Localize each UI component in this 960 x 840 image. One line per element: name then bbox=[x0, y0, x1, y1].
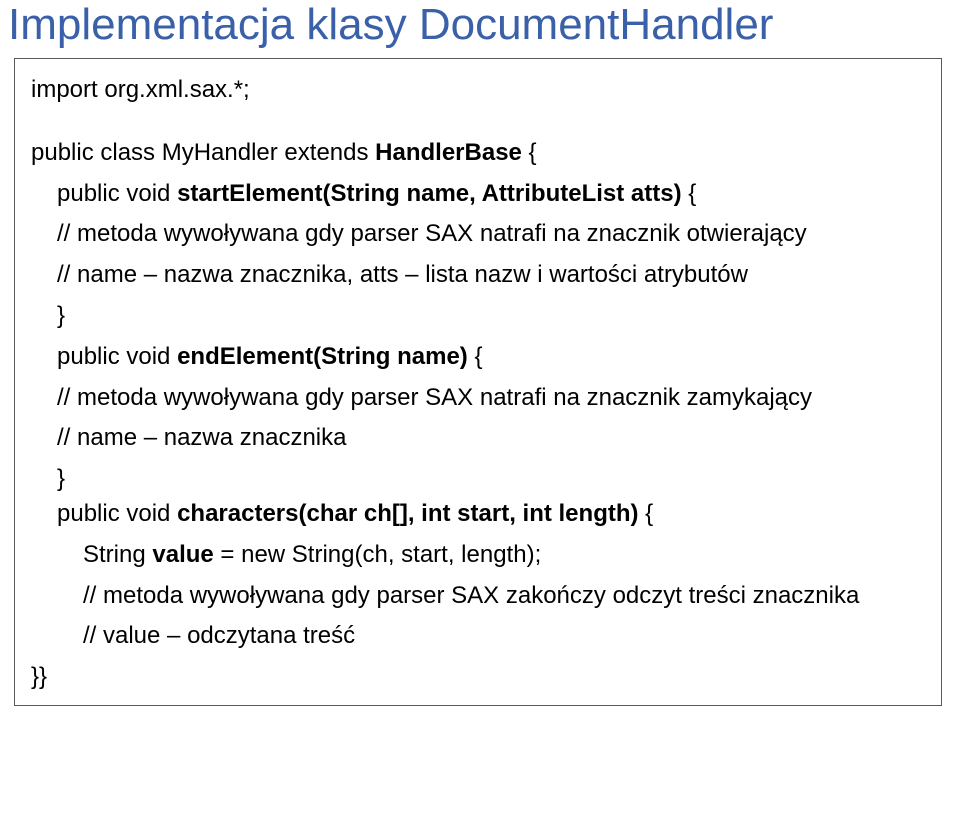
code-keyword: startElement(String name, AttributeList … bbox=[177, 180, 682, 207]
code-text: = new String(ch, start, length); bbox=[214, 541, 541, 568]
code-comment: // metoda wywoływana gdy parser SAX natr… bbox=[31, 217, 925, 252]
code-text: public class MyHandler extends bbox=[31, 139, 375, 166]
code-keyword: value bbox=[152, 541, 213, 568]
code-text: public void bbox=[57, 500, 177, 527]
code-keyword: endElement(String name) bbox=[177, 343, 468, 370]
code-text: public void bbox=[57, 180, 177, 207]
code-comment: // metoda wywoływana gdy parser SAX natr… bbox=[31, 381, 925, 416]
code-text: String bbox=[83, 541, 152, 568]
code-line: public void startElement(String name, At… bbox=[31, 177, 925, 212]
code-text: { bbox=[639, 500, 654, 527]
code-line: public void characters(char ch[], int st… bbox=[31, 497, 925, 532]
code-comment: // metoda wywoływana gdy parser SAX zako… bbox=[31, 579, 925, 614]
code-line: } bbox=[31, 462, 925, 497]
code-text: { bbox=[682, 180, 697, 207]
code-text: { bbox=[468, 343, 483, 370]
code-line: } bbox=[31, 299, 925, 334]
code-text: { bbox=[522, 139, 537, 166]
page-title: Implementacja klasy DocumentHandler bbox=[8, 0, 960, 50]
code-comment: // name – nazwa znacznika, atts – lista … bbox=[31, 258, 925, 293]
code-keyword: HandlerBase bbox=[375, 139, 522, 166]
code-line: import org.xml.sax.*; bbox=[31, 73, 925, 108]
code-line: String value = new String(ch, start, len… bbox=[31, 538, 925, 573]
code-text: public void bbox=[57, 343, 177, 370]
code-keyword: characters(char ch[], int start, int len… bbox=[177, 500, 638, 527]
code-block: import org.xml.sax.*; public class MyHan… bbox=[14, 58, 942, 706]
code-comment: // value – odczytana treść bbox=[31, 619, 925, 654]
code-line: }} bbox=[31, 660, 925, 695]
code-comment: // name – nazwa znacznika bbox=[31, 421, 925, 456]
code-line: public void endElement(String name) { bbox=[31, 340, 925, 375]
code-line: public class MyHandler extends HandlerBa… bbox=[31, 136, 925, 171]
